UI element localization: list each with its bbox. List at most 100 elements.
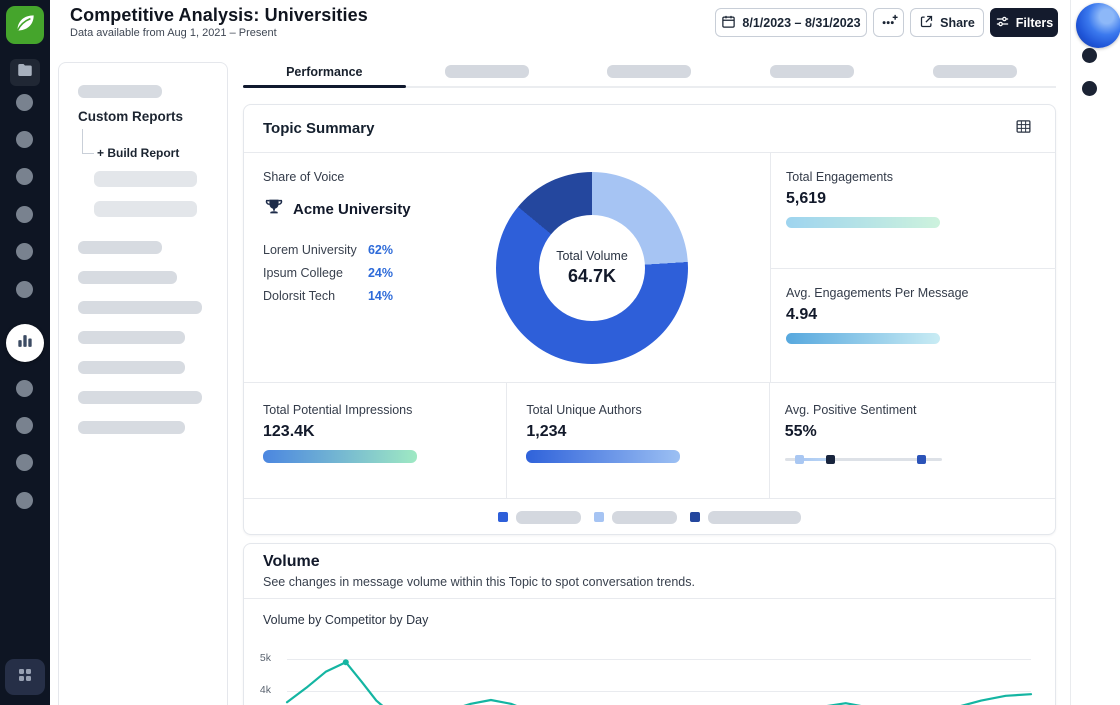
rail-button-1[interactable] bbox=[1082, 48, 1097, 63]
topic-summary-title: Topic Summary bbox=[263, 120, 1013, 137]
tree-line bbox=[82, 153, 94, 154]
metric-value: 5,619 bbox=[786, 190, 1056, 208]
sidebar-item-analytics-active[interactable] bbox=[6, 324, 44, 362]
page-title: Competitive Analysis: Universities bbox=[70, 5, 368, 26]
metric-value: 55% bbox=[785, 423, 1055, 441]
total-engagements-metric: Total Engagements 5,619 bbox=[771, 153, 1056, 268]
volume-card-description: See changes in message volume within thi… bbox=[263, 575, 695, 589]
share-of-voice-label: Share of Voice bbox=[263, 170, 443, 184]
tab-placeholder-2[interactable] bbox=[406, 62, 569, 86]
total-unique-authors-metric: Total Unique Authors 1,234 bbox=[506, 383, 768, 498]
legend-swatch bbox=[594, 512, 604, 522]
competitor-name: Ipsum College bbox=[263, 266, 343, 280]
competitor-share: 62% bbox=[368, 243, 393, 257]
table-grid-icon bbox=[1015, 118, 1032, 140]
sidebar-item-2[interactable] bbox=[16, 131, 33, 148]
skeleton-tab bbox=[770, 65, 854, 78]
competitor-row: Lorem University 62% bbox=[263, 239, 393, 262]
build-report-link[interactable]: + Build Report bbox=[97, 146, 179, 160]
avg-positive-sentiment-metric: Avg. Positive Sentiment 55% bbox=[769, 383, 1055, 498]
metric-bar bbox=[526, 450, 680, 463]
apps-grid-icon bbox=[18, 668, 32, 687]
volume-card-title: Volume bbox=[263, 553, 320, 571]
competitor-share: 24% bbox=[368, 266, 393, 280]
more-actions-button[interactable] bbox=[873, 8, 904, 37]
tab-placeholder-3[interactable] bbox=[568, 62, 731, 86]
share-icon bbox=[919, 14, 934, 32]
sidebar-item-1[interactable] bbox=[16, 94, 33, 111]
total-volume-label: Total Volume bbox=[556, 249, 628, 263]
top-competitor-name: Acme University bbox=[293, 201, 411, 218]
competitor-share: 14% bbox=[368, 289, 393, 303]
legend-item bbox=[690, 511, 801, 524]
sidebar-item-8[interactable] bbox=[16, 417, 33, 434]
skeleton-report-item bbox=[94, 201, 197, 217]
sentiment-handle-low[interactable] bbox=[795, 455, 804, 464]
tab-performance-label: Performance bbox=[286, 62, 362, 79]
share-of-voice-block: Share of Voice Acme University Lorem Uni… bbox=[263, 170, 443, 308]
skeleton-report-item bbox=[94, 171, 197, 187]
page-subtitle: Data available from Aug 1, 2021 – Presen… bbox=[70, 27, 277, 39]
skeleton-bar bbox=[78, 271, 177, 284]
skeleton-bar bbox=[78, 241, 162, 254]
avg-engagements-metric: Avg. Engagements Per Message 4.94 bbox=[771, 268, 1056, 383]
filters-button[interactable]: Filters bbox=[990, 8, 1058, 37]
filters-button-label: Filters bbox=[1016, 16, 1054, 30]
share-of-voice-donut: Total Volume 64.7K bbox=[496, 172, 688, 364]
skeleton-legend-label bbox=[612, 511, 677, 524]
sidebar-item-7[interactable] bbox=[16, 380, 33, 397]
competitor-row: Ipsum College 24% bbox=[263, 262, 393, 285]
topic-summary-header: Topic Summary bbox=[244, 105, 1055, 153]
skeleton-bar bbox=[78, 331, 185, 344]
total-potential-impressions-metric: Total Potential Impressions 123.4K bbox=[244, 383, 506, 498]
right-rail-divider bbox=[1070, 0, 1071, 705]
metric-label: Total Engagements bbox=[786, 170, 1056, 184]
sentiment-handle-mid[interactable] bbox=[826, 455, 835, 464]
tab-placeholder-5[interactable] bbox=[893, 62, 1056, 86]
competitor-name: Dolorsit Tech bbox=[263, 289, 335, 303]
sidebar-item-9[interactable] bbox=[16, 454, 33, 471]
brand-logo[interactable] bbox=[6, 6, 44, 44]
date-range-button[interactable]: 8/1/2023 – 8/31/2023 bbox=[715, 8, 867, 37]
share-button[interactable]: Share bbox=[910, 8, 984, 37]
custom-reports-panel: Custom Reports + Build Report bbox=[58, 62, 228, 705]
divider bbox=[244, 598, 1055, 599]
tab-performance[interactable]: Performance bbox=[243, 62, 406, 86]
volume-card: Volume See changes in message volume wit… bbox=[243, 543, 1056, 705]
share-of-voice-list: Lorem University 62% Ipsum College 24% D… bbox=[263, 239, 393, 308]
share-of-voice-leader: Acme University bbox=[263, 196, 443, 223]
sidebar-item-5[interactable] bbox=[16, 243, 33, 260]
report-tabs: Performance bbox=[243, 62, 1056, 88]
volume-chart-title: Volume by Competitor by Day bbox=[263, 613, 428, 627]
metric-label: Avg. Positive Sentiment bbox=[785, 403, 1055, 417]
skeleton-legend-label bbox=[516, 511, 581, 524]
main-content: Performance Topic Summary Share of Voice bbox=[243, 62, 1056, 705]
topic-summary-bottom: Total Potential Impressions 123.4K Total… bbox=[244, 383, 1055, 499]
metric-label: Total Potential Impressions bbox=[263, 403, 506, 417]
legend-swatch bbox=[498, 512, 508, 522]
metric-bar bbox=[263, 450, 417, 463]
tree-line bbox=[82, 129, 83, 153]
sentiment-handle-high[interactable] bbox=[917, 455, 926, 464]
sidebar-item-3[interactable] bbox=[16, 168, 33, 185]
competitor-row: Dolorsit Tech 14% bbox=[263, 285, 393, 308]
custom-reports-heading: Custom Reports bbox=[78, 109, 183, 124]
sidebar-item-10[interactable] bbox=[16, 492, 33, 509]
skeleton-legend-label bbox=[708, 511, 801, 524]
sidebar-item-reports[interactable] bbox=[10, 59, 40, 86]
sidebar-item-6[interactable] bbox=[16, 281, 33, 298]
sidebar-item-4[interactable] bbox=[16, 206, 33, 223]
date-range-label: 8/1/2023 – 8/31/2023 bbox=[742, 16, 860, 30]
sidebar-bottom-button[interactable] bbox=[5, 659, 45, 695]
table-view-button[interactable] bbox=[1013, 119, 1033, 139]
rail-button-2[interactable] bbox=[1082, 81, 1097, 96]
volume-line-path bbox=[287, 662, 1031, 705]
total-volume-value: 64.7K bbox=[568, 266, 616, 287]
legend-item bbox=[498, 511, 581, 524]
donut-center: Total Volume 64.7K bbox=[496, 172, 688, 364]
tab-placeholder-4[interactable] bbox=[731, 62, 894, 86]
skeleton-tab bbox=[933, 65, 1017, 78]
metric-value: 123.4K bbox=[263, 423, 506, 441]
user-avatar[interactable] bbox=[1076, 3, 1120, 48]
topic-summary-right-metrics: Total Engagements 5,619 Avg. Engagements… bbox=[770, 153, 1056, 383]
